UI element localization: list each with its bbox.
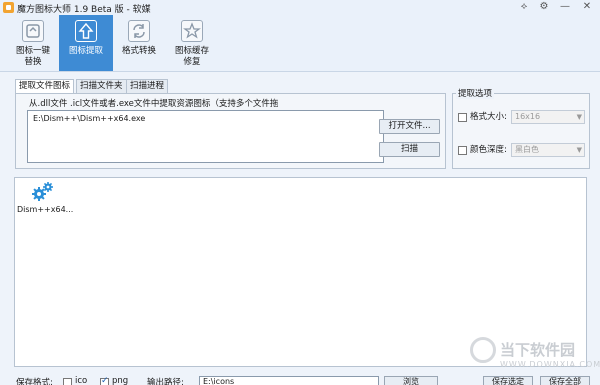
size-select-value: 16x16 xyxy=(515,112,541,121)
extract-options-group: 格式大小: 16x16 ▼ 颜色深度: 黑白色 ▼ xyxy=(452,93,590,169)
tool-format-convert-button[interactable]: 格式转换 xyxy=(112,15,166,71)
tool-label: 图标一键 替换 xyxy=(15,46,50,67)
png-checkbox[interactable] xyxy=(100,376,109,385)
skin-icon[interactable]: ⟡ xyxy=(517,1,531,13)
gears-icon xyxy=(31,181,55,203)
options-title: 提取选项 xyxy=(456,87,495,99)
save-selected-button[interactable]: 保存选定 xyxy=(483,376,533,385)
scan-button[interactable]: 扫描 xyxy=(379,142,440,157)
size-option-row: 格式大小: 16x16 ▼ xyxy=(458,110,588,124)
watermark-main-text: 当下软件园 xyxy=(500,341,576,359)
depth-select[interactable]: 黑白色 ▼ xyxy=(511,143,585,157)
bottom-bar: 保存格式: ico png 输出路径: E:\icons 浏览 保存选定 保存全… xyxy=(0,374,600,385)
minimize-button[interactable]: — xyxy=(558,1,572,13)
title-bar: 魔方图标大师 1.9 Beta 版 - 软媒 ⟡ ⚙ — ✕ xyxy=(0,0,600,15)
result-icon-item[interactable]: Dism++x64... xyxy=(17,181,74,217)
save-all-button[interactable]: 保存全部 xyxy=(540,376,590,385)
window-title: 魔方图标大师 1.9 Beta 版 - 软媒 xyxy=(17,5,151,15)
close-button[interactable]: ✕ xyxy=(580,1,594,13)
output-path-label: 输出路径: xyxy=(147,378,184,385)
extract-hint: 从.dll文件 .icl文件或者.exe文件中提取资源图标（支持多个文件拖 xyxy=(29,99,279,109)
site-watermark: 当下软件园 WWW.DOWNXIA.COM xyxy=(470,337,600,377)
tool-label: 图标提取 xyxy=(68,46,103,56)
open-file-button[interactable]: 打开文件... xyxy=(379,119,440,134)
tool-cache-repair-button[interactable]: 图标缓存 修复 xyxy=(165,15,219,71)
file-path-list[interactable]: E:\Dism++\Dism++x64.exe xyxy=(27,110,384,163)
size-label: 格式大小: xyxy=(470,112,507,122)
convert-icon xyxy=(128,20,150,42)
replace-icon xyxy=(22,20,44,42)
extract-arrow-icon xyxy=(75,20,97,42)
tab-extract-file-icons[interactable]: 提取文件图标 xyxy=(15,79,75,94)
png-label: png xyxy=(112,376,129,385)
tool-icon-replace-button[interactable]: 图标一键 替换 xyxy=(6,15,60,71)
app-window: 魔方图标大师 1.9 Beta 版 - 软媒 ⟡ ⚙ — ✕ 图标一键 替换 图… xyxy=(0,0,600,385)
main-toolbar: 图标一键 替换 图标提取 格式转换 图标缓存 修复 xyxy=(0,15,600,72)
result-icon-label: Dism++x64... xyxy=(17,205,74,214)
watermark-logo-icon xyxy=(470,337,496,363)
depth-checkbox[interactable] xyxy=(458,146,467,155)
depth-label: 颜色深度: xyxy=(470,145,507,155)
chevron-down-icon: ▼ xyxy=(576,113,582,121)
extract-panel: 从.dll文件 .icl文件或者.exe文件中提取资源图标（支持多个文件拖 E:… xyxy=(15,93,446,169)
size-select[interactable]: 16x16 ▼ xyxy=(511,110,585,124)
tool-icon-extract-button[interactable]: 图标提取 xyxy=(59,15,113,71)
app-logo-icon xyxy=(3,2,14,13)
tab-scan-folder[interactable]: 扫描文件夹 xyxy=(76,79,127,93)
ico-label: ico xyxy=(75,376,88,385)
chevron-down-icon: ▼ xyxy=(576,146,582,154)
browse-button[interactable]: 浏览 xyxy=(384,376,438,385)
depth-select-value: 黑白色 xyxy=(515,145,539,154)
depth-option-row: 颜色深度: 黑白色 ▼ xyxy=(458,143,588,157)
tool-label: 格式转换 xyxy=(121,46,156,56)
cache-repair-icon xyxy=(181,20,203,42)
size-checkbox[interactable] xyxy=(458,113,467,122)
save-format-label: 保存格式: xyxy=(16,378,53,385)
tool-label: 图标缓存 修复 xyxy=(174,46,209,67)
settings-icon[interactable]: ⚙ xyxy=(537,1,551,13)
watermark-sub-text: WWW.DOWNXIA.COM xyxy=(500,360,600,369)
ico-checkbox[interactable] xyxy=(63,378,72,385)
tab-scan-process[interactable]: 扫描进程 xyxy=(126,79,169,93)
output-path-input[interactable]: E:\icons xyxy=(199,376,379,385)
